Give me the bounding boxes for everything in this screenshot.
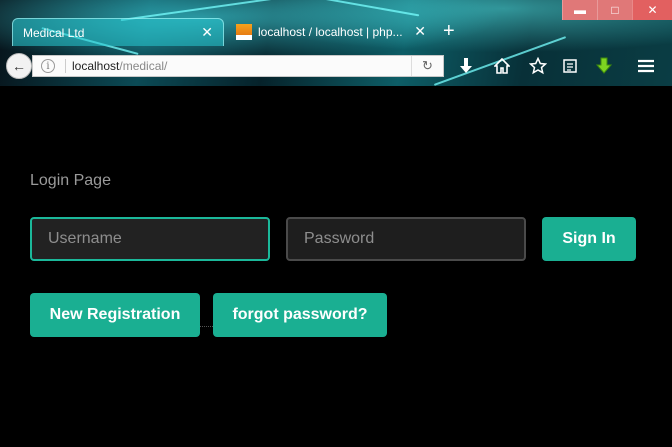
navigation-bar: ← i localhost /medical/ ↻ <box>0 46 672 86</box>
address-bar[interactable]: i localhost /medical/ ↻ <box>32 55 444 77</box>
close-icon[interactable]: ✕ <box>414 23 426 40</box>
url-host: localhost <box>72 59 120 73</box>
tab-label: Medical Ltd <box>23 25 85 40</box>
reading-list-icon[interactable] <box>560 56 580 76</box>
new-tab-button[interactable]: + <box>443 20 455 42</box>
close-window-button[interactable]: ✕ <box>632 0 672 20</box>
bookmark-star-icon[interactable] <box>528 56 548 76</box>
home-icon[interactable] <box>492 56 512 76</box>
sign-in-button[interactable]: Sign In <box>542 217 636 261</box>
page-title: Login Page <box>30 172 111 189</box>
back-button[interactable]: ← <box>6 53 32 79</box>
tab-label: localhost / localhost | php... <box>258 25 403 39</box>
login-page: Login Page Sign In New Registration forg… <box>0 86 672 447</box>
addon-download-icon[interactable] <box>594 56 614 76</box>
focus-dotted-line <box>200 326 213 327</box>
password-input[interactable] <box>286 217 526 261</box>
phpmyadmin-favicon-icon <box>236 24 252 40</box>
url-path: /medical/ <box>119 59 168 73</box>
reload-icon[interactable]: ↻ <box>411 56 443 76</box>
browser-chrome: ▬ □ ✕ Medical Ltd ✕ localhost / localhos… <box>0 0 672 86</box>
info-icon[interactable]: i <box>41 59 55 73</box>
close-icon[interactable]: ✕ <box>201 24 213 41</box>
background-streak <box>300 0 420 17</box>
tab-medical-ltd[interactable]: Medical Ltd ✕ <box>12 18 224 46</box>
divider <box>65 59 66 73</box>
new-registration-button[interactable]: New Registration <box>30 293 200 337</box>
forgot-password-button[interactable]: forgot password? <box>213 293 387 337</box>
arrow-left-icon: ← <box>12 58 26 74</box>
download-icon[interactable] <box>456 56 476 76</box>
minimize-button[interactable]: ▬ <box>562 0 597 20</box>
window-controls: ▬ □ ✕ <box>562 0 672 20</box>
menu-icon[interactable] <box>636 56 656 76</box>
maximize-button[interactable]: □ <box>597 0 632 20</box>
username-input[interactable] <box>30 217 270 261</box>
tab-phpmyadmin[interactable]: localhost / localhost | php... ✕ <box>226 18 436 46</box>
